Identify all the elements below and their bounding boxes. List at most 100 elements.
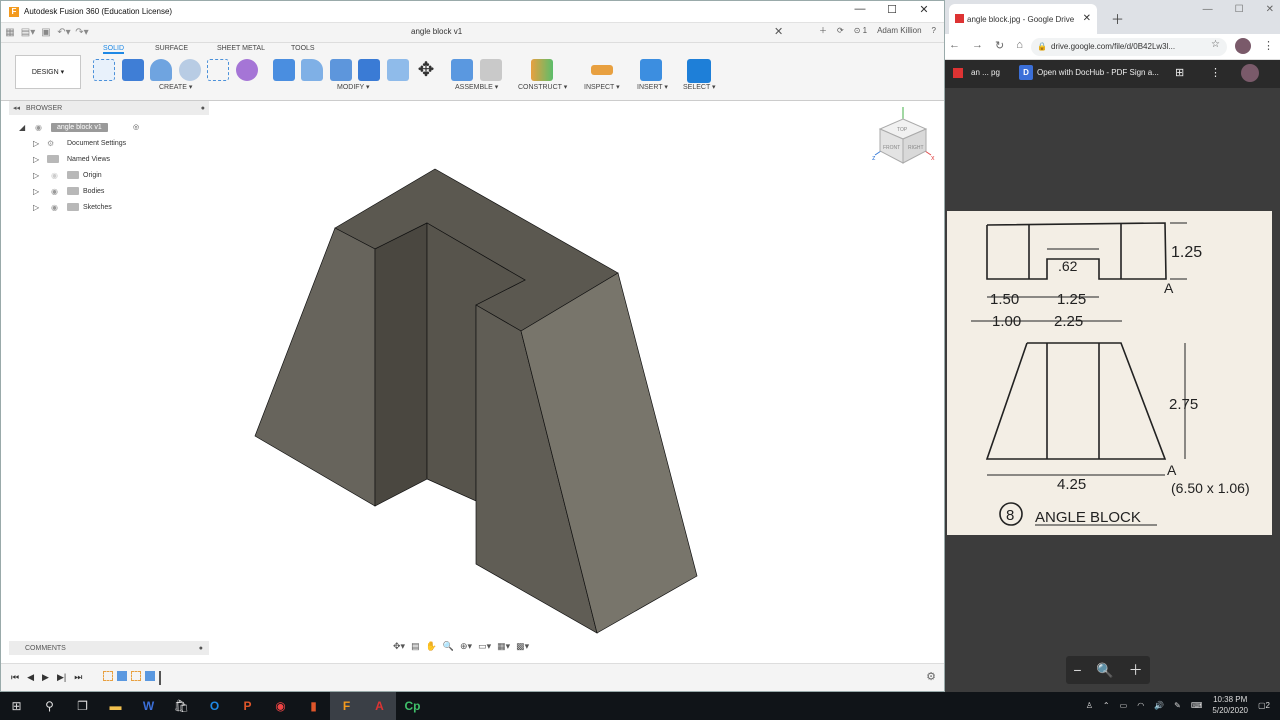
slot-wall-left [374,222,428,507]
reload-icon[interactable]: ↻ [995,39,1004,52]
extrude-feature-icon[interactable] [145,671,155,681]
task-view-icon[interactable]: ❐ [66,692,99,720]
url-text: drive.google.com/file/d/0B42Lw3l... [1051,42,1176,51]
timeline-marker[interactable] [159,671,161,685]
office-icon[interactable]: ▮ [297,692,330,720]
prev-frame-icon[interactable]: ◀ [27,672,34,683]
url-field[interactable]: 🔒 drive.google.com/file/d/0B42Lw3l... [1031,38,1227,56]
pen-icon[interactable]: ✎ [1174,701,1181,710]
drawing-image: 1.25 .62 1.50 1.25 1.00 2.25 A 2.75 4.25… [947,211,1272,535]
dim-225: 2.25 [1054,313,1083,330]
comments-panel[interactable]: COMMENTS ● [9,641,209,655]
fusion-taskbar-icon[interactable]: F [330,692,363,720]
clock-date: 5/20/2020 [1212,706,1248,715]
maximize-button[interactable]: ☐ [1235,4,1244,15]
left-slant-face [254,227,376,507]
file-explorer-icon[interactable]: ▬ [99,692,132,720]
grid-settings-icon[interactable]: ▦▾ [497,641,510,652]
comments-label: COMMENTS [25,644,66,652]
powerpoint-icon[interactable]: P [231,692,264,720]
model-viewport[interactable] [1,1,944,691]
dim-275: 2.75 [1169,396,1198,413]
autocad-icon[interactable]: A [363,692,396,720]
look-at-icon[interactable]: ▤ [411,641,420,652]
show-hidden-icon[interactable]: ⌃ [1103,701,1110,710]
problem-number: 8 [1006,507,1014,524]
captivate-icon[interactable]: Cp [396,692,429,720]
viewports-icon[interactable]: ▩▾ [516,641,529,652]
comments-pin-icon[interactable]: ● [199,645,203,652]
open-with-button[interactable]: Open with DocHub - PDF Sign a... [1037,68,1159,77]
fit-icon[interactable]: ⊕▾ [460,641,472,652]
notification-count: 2 [1265,700,1270,710]
dochub-icon: D [1019,65,1033,80]
notifications-icon[interactable]: ▢2 [1258,701,1270,710]
more-options-icon[interactable]: ⋮ [1210,66,1221,79]
store-icon[interactable]: 🛍 [165,692,198,720]
last-frame-icon[interactable]: ⏭ [74,672,82,683]
home-icon[interactable]: ⌂ [1016,39,1023,52]
outlook-icon[interactable]: O [198,692,231,720]
network-icon[interactable]: ▭ [1120,701,1128,710]
navigation-bar: ✥▾ ▤ ✋ 🔍 ⊕▾ ▭▾ ▦▾ ▩▾ [393,641,529,652]
view-cube[interactable]: TOP FRONT RIGHT z x [871,105,941,170]
chrome-icon[interactable]: ◉ [264,692,297,720]
forward-icon[interactable]: → [972,39,983,52]
sketch-feature-icon[interactable] [103,671,113,681]
drive-favicon-icon [955,14,964,23]
dim-height-top: 1.25 [1171,244,1202,261]
play-icon[interactable]: ▶ [42,672,49,683]
timeline-settings-icon[interactable]: ⚙ [926,670,936,683]
first-frame-icon[interactable]: ⏮ [11,672,19,683]
tab-title: angle block.jpg - Google Drive [967,14,1075,24]
svg-text:x: x [931,155,935,162]
address-bar-row: ← → ↻ ⌂ 🔒 drive.google.com/file/d/0B42Lw… [945,34,1280,60]
minimize-button[interactable]: — [1203,4,1213,15]
extrude-feature-icon[interactable] [117,671,127,681]
word-icon[interactable]: W [132,692,165,720]
zoom-in-icon[interactable]: ＋ [1129,660,1143,680]
bookmark-star-icon[interactable]: ☆ [1211,39,1220,50]
dim-125: 1.25 [1057,291,1086,308]
chrome-menu-icon[interactable]: ⋮ [1263,39,1274,52]
new-tab-icon[interactable]: ＋ [1111,9,1124,28]
next-frame-icon[interactable]: ▶| [57,672,66,683]
chrome-tab-strip: angle block.jpg - Google Drive ✕ ＋ — ☐ ✕ [945,0,1280,34]
search-icon[interactable]: ⚲ [33,692,66,720]
drawing-title: ANGLE BLOCK [1035,509,1141,526]
sketch-feature-icon[interactable] [131,671,141,681]
close-tab-icon[interactable]: ✕ [1083,13,1091,24]
pan-icon[interactable]: ✋ [426,641,437,652]
taskbar: ⊞ ⚲ ❐ ▬ W 🛍 O P ◉ ▮ F A Cp ♙ ⌃ ▭ ◠ 🔊 ✎ ⌨… [0,692,1280,720]
volume-icon[interactable]: 🔊 [1154,701,1164,710]
cube-right: RIGHT [908,145,924,151]
fusion-window: F Autodesk Fusion 360 (Education License… [0,0,945,692]
dim-425: 4.25 [1057,476,1086,493]
windows-start-icon[interactable]: ⊞ [0,692,33,720]
clock-time: 10:38 PM [1213,695,1248,704]
zoom-icon[interactable]: 🔍 [1096,662,1113,679]
zoom-out-icon[interactable]: − [1073,662,1081,678]
browser-tab[interactable]: angle block.jpg - Google Drive ✕ [949,4,1097,34]
dim-slot-depth: .62 [1058,258,1078,274]
open-apps-icon[interactable]: ⊞ [1175,66,1184,79]
dim-100: 1.00 [992,313,1021,330]
orbit-icon[interactable]: ✥▾ [393,641,405,652]
cube-top: TOP [897,127,908,133]
profile-avatar[interactable] [1235,38,1251,54]
dim-150: 1.50 [990,291,1019,308]
display-settings-icon[interactable]: ▭▾ [478,641,491,652]
zoom-controls: − 🔍 ＋ [1066,656,1150,684]
account-avatar[interactable] [1241,64,1259,82]
keyboard-icon[interactable]: ⌨ [1191,701,1203,710]
cube-front: FRONT [883,145,900,151]
svg-text:z: z [872,155,876,162]
stock-size: (6.50 x 1.06) [1171,480,1250,496]
close-button[interactable]: ✕ [1266,4,1274,15]
timeline: ⏮ ◀ ▶ ▶| ⏭ ⚙ [1,663,944,691]
wifi-icon[interactable]: ◠ [1137,701,1144,710]
back-icon[interactable]: ← [949,39,960,52]
people-icon[interactable]: ♙ [1086,701,1093,710]
clock[interactable]: 10:38 PM 5/20/2020 [1212,694,1248,716]
zoom-icon[interactable]: 🔍 [443,641,454,652]
